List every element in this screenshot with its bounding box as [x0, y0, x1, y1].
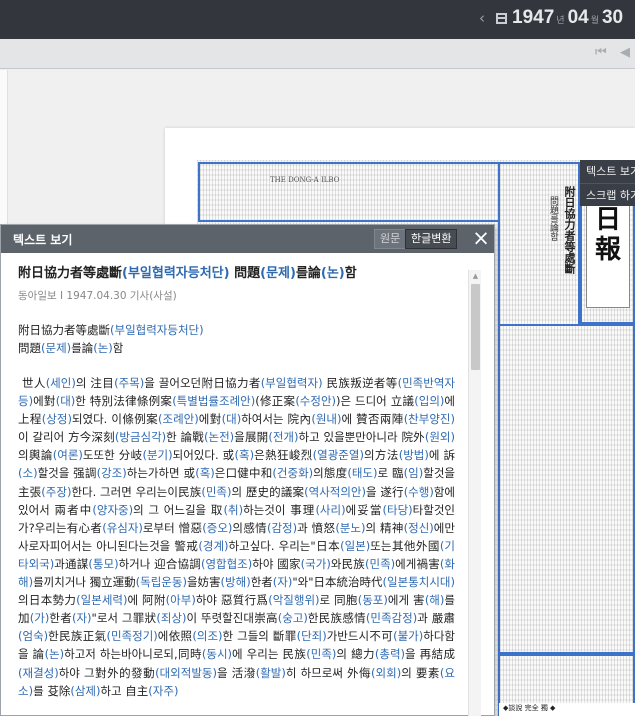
article-region[interactable] [498, 324, 635, 654]
close-icon[interactable]: × [471, 228, 491, 250]
article-title: 附日協力者等處斷(부일협력자등처단) 問題(문제)를論(논)함 [18, 266, 357, 281]
year-unit: 년 [556, 15, 565, 25]
skip-first-icon[interactable]: ⏮ [595, 45, 607, 60]
panel-title: 텍스트 보기 [13, 233, 73, 247]
article-subtitle: 附日協力者等處斷(부일협력자등처단) 問題(문제)를論(논)함 [18, 323, 204, 355]
menu-item-text-view[interactable]: 텍스트 보기 [580, 160, 635, 183]
panel-body[interactable]: 附日協力者等處斷(부일협력자등처단) 問題(문제)를論(논)함 동아일보 I 1… [1, 253, 494, 715]
date-day: 30 [601, 7, 624, 28]
article-region[interactable] [198, 162, 500, 222]
original-text-button[interactable]: 원문 [374, 229, 407, 249]
region-context-menu: 텍스트 보기 스크랩 하기 [580, 160, 635, 206]
issue-date[interactable]: 1947 년 04 월 30 [512, 7, 623, 29]
date-month: 04 [567, 7, 589, 28]
panel-header[interactable]: 텍스트 보기 원문 한글변환 × [1, 225, 494, 253]
month-unit: 월 [590, 15, 599, 25]
article-meta: 동아일보 I 1947.04.30 기사(사설) [18, 290, 177, 302]
article-body: 世人(세인)의 注目(주목)을 끌어오던附日協力者(부일협력자) 民族叛逆者等(… [18, 376, 455, 698]
newspaper-bottom-text: ◆談說 完全 獨 ◆ [499, 703, 635, 716]
page-toolbar: ⏮ ◀ [0, 39, 635, 69]
date-year: 1947 [512, 7, 555, 28]
hangul-convert-button[interactable]: 한글변환 [405, 229, 458, 249]
panel-scrollbar[interactable]: ▲ [468, 270, 481, 716]
text-view-panel: 텍스트 보기 원문 한글변환 × 附日協力者等處斷(부일협력자등처단) 問題(문… [0, 224, 495, 716]
scroll-thumb[interactable] [471, 284, 480, 370]
prev-page-icon[interactable]: ◀ [620, 45, 630, 60]
article-content: 附日協力者等處斷(부일협력자등처단) 問題(문제)를論(논)함 동아일보 I 1… [18, 265, 455, 700]
top-bar: ‹ 1947 년 04 월 30 [0, 0, 635, 39]
article-region[interactable] [498, 162, 580, 326]
scroll-up-icon[interactable]: ▲ [469, 270, 482, 282]
menu-item-scrap[interactable]: 스크랩 하기 [580, 183, 635, 206]
calendar-grid-icon[interactable] [496, 13, 507, 24]
chevron-left-icon[interactable]: ‹ [479, 9, 485, 27]
